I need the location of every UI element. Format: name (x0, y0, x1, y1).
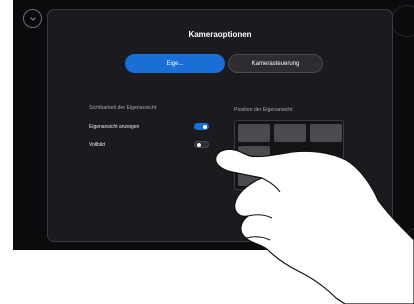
position-cell-top-right[interactable] (310, 124, 342, 142)
close-button[interactable] (23, 9, 42, 28)
self-view-position-grid (234, 120, 344, 190)
fullscreen-toggle[interactable] (194, 141, 209, 148)
position-cell-top-center[interactable] (274, 124, 306, 142)
position-cell-top-left[interactable] (238, 124, 270, 142)
position-cell-bottom-left[interactable] (238, 168, 270, 186)
fullscreen-label: Vollbild (89, 142, 105, 148)
show-self-view-label: Eigenansicht anzeigen (89, 124, 140, 130)
camera-options-dialog: Kameraoptionen Eige... Kamerasteuerung S… (47, 9, 393, 242)
self-view-visibility-heading: Sichtbarkeit der Eigenansicht (89, 105, 157, 111)
close-icon (29, 16, 36, 21)
self-view-position-heading: Position der Eigenansicht (234, 107, 293, 113)
position-cell-middle-left[interactable] (238, 146, 270, 164)
tab-camera-control[interactable]: Kamerasteuerung (228, 54, 323, 73)
tab-self-view[interactable]: Eige... (125, 54, 225, 73)
show-self-view-toggle[interactable] (194, 123, 209, 130)
self-view-camera-icon (321, 161, 329, 172)
dialog-title: Kameraoptionen (188, 30, 252, 39)
